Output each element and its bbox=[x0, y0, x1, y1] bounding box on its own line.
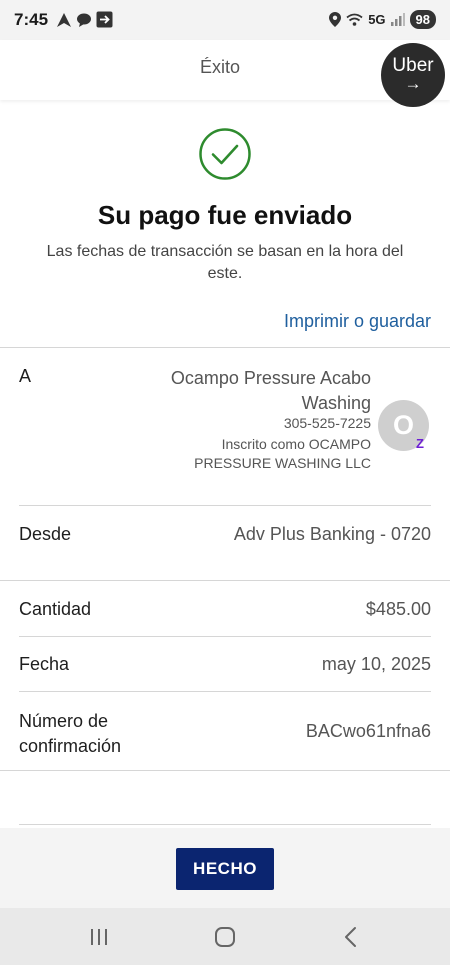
status-right: 5G 98 bbox=[329, 10, 436, 29]
recipient-name: Ocampo Pressure Acabo Washing bbox=[170, 368, 371, 413]
timezone-note: Las fechas de transacción se basan en la… bbox=[46, 243, 404, 282]
status-bar: 7:45 5G 98 bbox=[0, 0, 450, 40]
success-heading: Su pago fue enviado bbox=[97, 200, 353, 230]
home-icon[interactable] bbox=[214, 926, 236, 948]
chat-bubble-icon bbox=[77, 13, 91, 27]
row-divider bbox=[0, 580, 450, 581]
zelle-icon: Z bbox=[416, 436, 424, 451]
notification-icons bbox=[56, 11, 113, 28]
done-button[interactable]: HECHO bbox=[176, 848, 274, 890]
network-type: 5G bbox=[368, 12, 386, 27]
amount-label: Cantidad bbox=[19, 599, 92, 619]
date-value: may 10, 2025 bbox=[321, 654, 431, 674]
confirmation-number: BACwo61nfna6 bbox=[305, 721, 431, 741]
from-label: Desde bbox=[19, 524, 72, 544]
arrow-right-icon: → bbox=[404, 74, 422, 93]
row-divider bbox=[19, 691, 431, 692]
uber-bubble-button[interactable]: Uber → bbox=[381, 43, 445, 107]
system-nav-bar bbox=[0, 908, 450, 965]
recipient-registered-name: Inscrito como OCAMPO PRESSURE WASHING LL… bbox=[194, 436, 371, 471]
wifi-icon bbox=[346, 13, 363, 26]
section-divider bbox=[0, 347, 450, 348]
payment-success-screen: 7:45 5G 98 Éxito Uber → Su pago fue envi… bbox=[0, 0, 450, 965]
row-divider bbox=[19, 505, 431, 506]
print-or-save-link[interactable]: Imprimir o guardar bbox=[284, 311, 431, 332]
back-icon[interactable] bbox=[343, 926, 359, 948]
recipient-label: A bbox=[19, 366, 32, 386]
recipient-phone: 305-525-7225 bbox=[283, 415, 371, 431]
forward-box-icon bbox=[96, 11, 113, 28]
from-account: Adv Plus Banking - 0720 bbox=[233, 524, 431, 544]
location-pin-icon bbox=[329, 12, 342, 27]
amount-value: $485.00 bbox=[365, 599, 431, 619]
confirmation-label: Número de confirmación bbox=[19, 711, 122, 756]
date-label: Fecha bbox=[19, 654, 70, 674]
section-divider bbox=[0, 770, 450, 771]
navigation-app-icon bbox=[57, 12, 71, 27]
battery-level: 98 bbox=[409, 10, 436, 29]
uber-label: Uber bbox=[392, 55, 434, 76]
checkmark-circle-icon bbox=[199, 128, 251, 180]
signal-icon bbox=[390, 13, 405, 26]
page-title: Éxito bbox=[199, 57, 241, 77]
footer-divider bbox=[19, 824, 431, 825]
recent-apps-icon[interactable] bbox=[89, 928, 109, 946]
status-time: 7:45 bbox=[14, 10, 49, 29]
row-divider bbox=[19, 636, 431, 637]
